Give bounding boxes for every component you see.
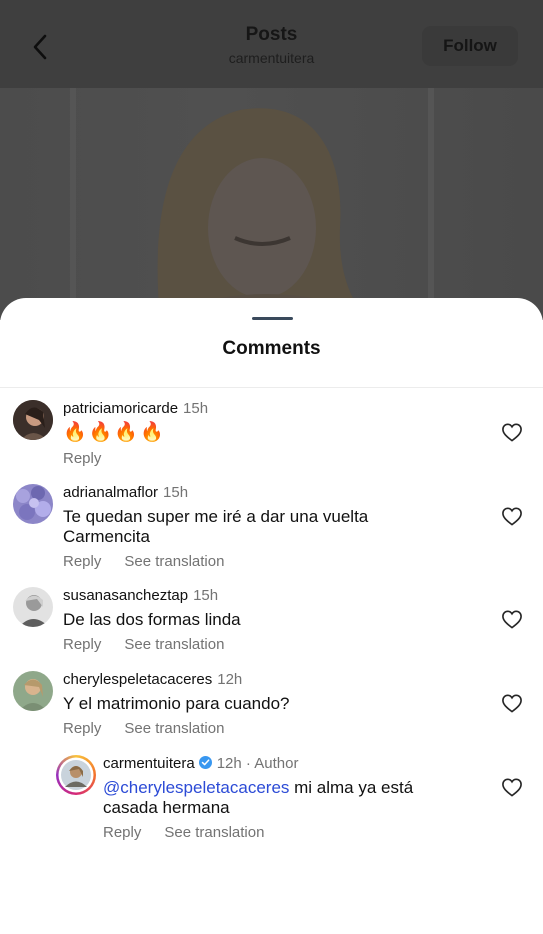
username-text[interactable]: patriciamoricarde xyxy=(63,400,178,417)
avatar[interactable] xyxy=(13,587,53,627)
reply-time: 12h xyxy=(216,755,242,772)
comment-text: De las dos formas linda xyxy=(63,610,241,629)
comment-time: 15h xyxy=(183,400,209,417)
heart-outline-icon[interactable] xyxy=(501,506,523,526)
comment-time: 12h xyxy=(217,671,243,688)
follow-button[interactable]: Follow xyxy=(422,26,518,66)
comments-sheet: Comments patriciamoricarde 15h 🔥🔥🔥🔥 Reply xyxy=(0,298,543,934)
comment-username[interactable]: adrianalmaflor 15h xyxy=(63,484,188,501)
avatar-image xyxy=(13,484,53,524)
comment-actions: Reply See translation xyxy=(63,720,224,737)
heart-outline-icon[interactable] xyxy=(501,777,523,797)
see-translation-button[interactable]: See translation xyxy=(164,824,264,841)
author-tag: · Author xyxy=(245,755,299,772)
comment-text: Y el matrimonio para cuando? xyxy=(63,694,290,713)
comment-username[interactable]: cherylespeletacaceres 12h xyxy=(63,671,242,688)
reply-button[interactable]: Reply xyxy=(63,636,101,653)
reply-button[interactable]: Reply xyxy=(63,450,101,467)
avatar[interactable] xyxy=(13,400,53,440)
reply-username[interactable]: carmentuitera 12h · Author xyxy=(103,755,298,772)
story-ring-avatar[interactable] xyxy=(56,755,96,795)
comment-username[interactable]: susanasancheztap 15h xyxy=(63,587,218,604)
avatar-image xyxy=(13,587,53,627)
avatar-image xyxy=(13,671,53,711)
post-backdrop: Posts carmentuitera Follow xyxy=(0,0,543,320)
comment-time: 15h xyxy=(193,587,219,604)
comment-time: 15h xyxy=(163,484,189,501)
comment-username[interactable]: patriciamoricarde 15h xyxy=(63,400,208,417)
comment-text-line: Carmencita xyxy=(63,527,150,546)
heart-outline-icon[interactable] xyxy=(501,693,523,713)
reply-text-line: @cherylespeletacaceres mi alma ya está xyxy=(103,778,463,798)
mention-link[interactable]: @cherylespeletacaceres xyxy=(103,778,289,797)
comment-actions: Reply See translation xyxy=(63,636,224,653)
avatar-image xyxy=(58,757,94,793)
reply-text-line: casada hermana xyxy=(103,798,230,817)
comment-actions: Reply See translation xyxy=(63,553,224,570)
reply-text: @cherylespeletacaceres mi alma ya está c… xyxy=(103,778,463,818)
post-photo xyxy=(0,88,543,320)
comment-actions: Reply xyxy=(63,450,101,467)
comment-text: 🔥🔥🔥🔥 xyxy=(63,422,166,443)
see-translation-button[interactable]: See translation xyxy=(124,553,224,570)
comment-text: Te quedan super me iré a dar una vuelta … xyxy=(63,507,423,547)
reply-button[interactable]: Reply xyxy=(63,720,101,737)
username-text[interactable]: susanasancheztap xyxy=(63,587,188,604)
avatar-image xyxy=(13,400,53,440)
username-text[interactable]: carmentuitera xyxy=(103,755,195,772)
divider xyxy=(0,387,543,388)
heart-outline-icon[interactable] xyxy=(501,609,523,629)
see-translation-button[interactable]: See translation xyxy=(124,636,224,653)
heart-outline-icon[interactable] xyxy=(501,422,523,442)
avatar[interactable] xyxy=(13,671,53,711)
reply-button[interactable]: Reply xyxy=(63,553,101,570)
photo-figure xyxy=(150,108,390,320)
reply-actions: Reply See translation xyxy=(103,824,264,841)
top-navigation-bar: Posts carmentuitera Follow xyxy=(0,0,543,88)
sheet-drag-handle[interactable] xyxy=(252,317,293,320)
username-text[interactable]: adrianalmaflor xyxy=(63,484,158,501)
reply-button[interactable]: Reply xyxy=(103,824,141,841)
verified-badge-icon xyxy=(198,756,212,769)
see-translation-button[interactable]: See translation xyxy=(124,720,224,737)
username-text[interactable]: cherylespeletacaceres xyxy=(63,671,212,688)
avatar[interactable] xyxy=(13,484,53,524)
comment-text-line: Te quedan super me iré a dar una vuelta xyxy=(63,507,369,526)
reply-text-content: mi alma ya está xyxy=(289,778,414,797)
sheet-title: Comments xyxy=(222,338,321,359)
